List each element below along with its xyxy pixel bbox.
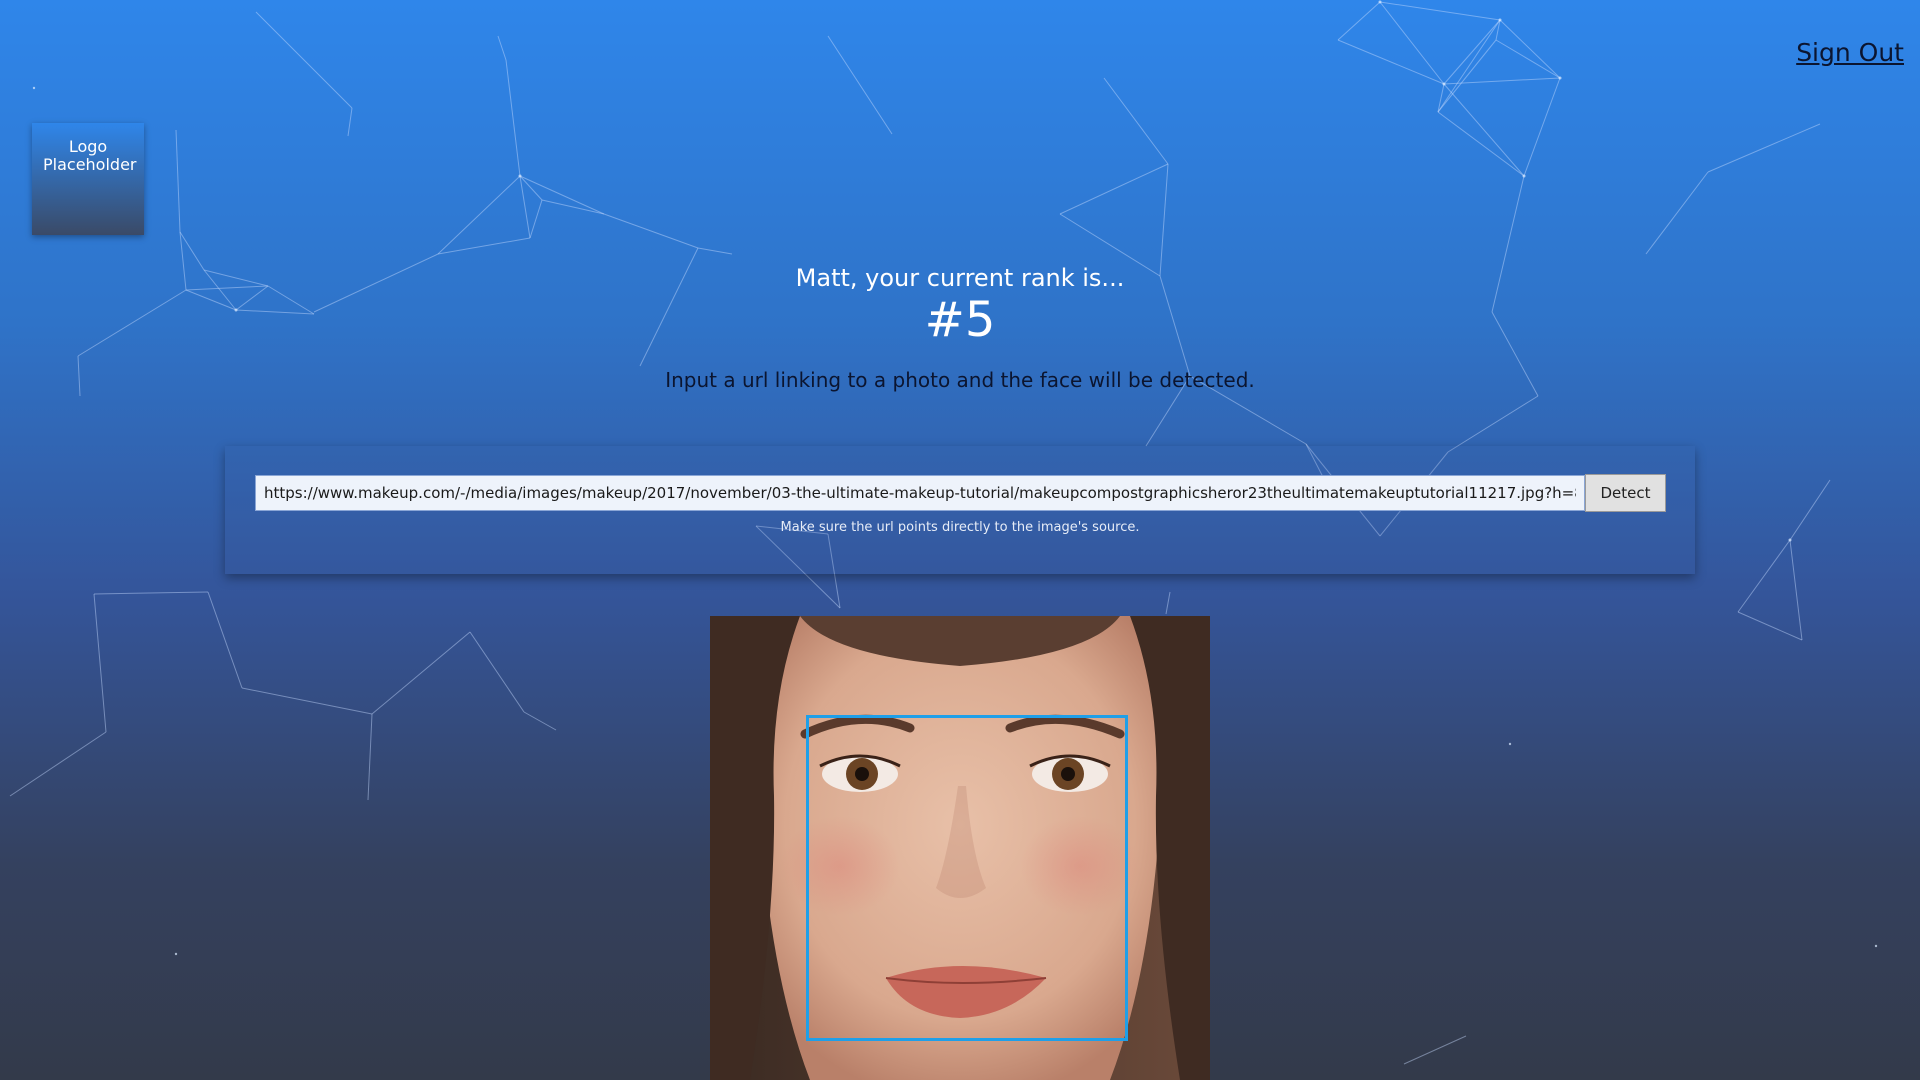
logo[interactable]: Logo Placeholder — [32, 123, 144, 235]
rank-value: #5 — [924, 292, 996, 348]
url-hint-text: Make sure the url points directly to the… — [780, 520, 1140, 535]
instructions-text: Input a url linking to a photo and the f… — [665, 368, 1255, 392]
rank-intro-text: Matt, your current rank is... — [795, 264, 1125, 292]
detect-button[interactable]: Detect — [1585, 474, 1666, 512]
logo-text: Logo Placeholder — [43, 137, 137, 174]
image-url-input[interactable] — [255, 475, 1585, 511]
sign-out-link[interactable]: Sign Out — [1796, 38, 1904, 67]
face-detection-box — [806, 715, 1128, 1041]
url-form-panel: Detect Make sure the url points directly… — [225, 446, 1695, 574]
face-photo — [710, 616, 1210, 1080]
